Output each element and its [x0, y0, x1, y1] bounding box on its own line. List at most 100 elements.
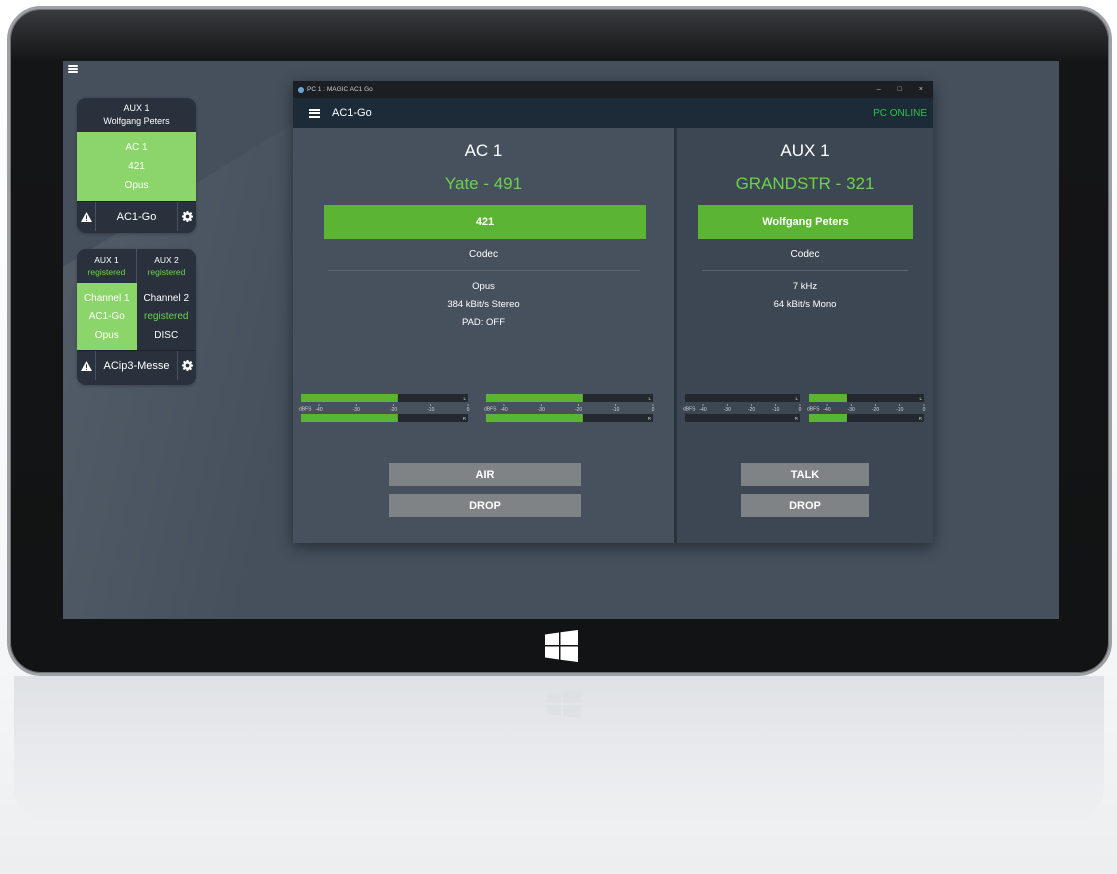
meter-tick-label: -30 [538, 407, 545, 413]
meter-unit-label: dBFS [683, 407, 696, 413]
app-icon [298, 86, 304, 93]
gear-icon[interactable] [177, 202, 196, 231]
connection-status: PC ONLINE [873, 107, 927, 119]
channel-name: AUX 1 [780, 141, 830, 160]
meter-tick-label: -20 [390, 407, 397, 413]
meter-tick-label: -40 [699, 407, 706, 413]
device-card-acip3-messe[interactable]: AUX 1 registered AUX 2 registered Channe… [77, 249, 196, 385]
talk-button[interactable]: TALK [741, 463, 869, 486]
channel-2-status: registered [144, 311, 189, 322]
meter-tick-label: -40 [823, 407, 830, 413]
card-footer-label[interactable]: AC1-Go [117, 211, 157, 223]
meter-unit-label: dBFS [299, 407, 312, 413]
window-titlebar[interactable]: PC 1 : MAGIC AC1 Go – □ × [293, 81, 933, 98]
app-title: AC1-Go [332, 107, 372, 119]
level-meter: L RdBFS -40 -30 -20 -10 0 [299, 392, 471, 424]
windows-logo-icon[interactable] [545, 630, 578, 662]
close-button[interactable]: × [919, 86, 923, 93]
channel-2-block[interactable]: Channel 2 registered DISC [137, 283, 197, 350]
codec-info: Opus 384 kBit/s Stereo PAD: OFF [293, 278, 674, 332]
aux1-status: registered [87, 267, 126, 277]
app-header: AC1-Go PC ONLINE [293, 98, 933, 128]
codec-info-line: 7 kHz [792, 281, 818, 292]
gear-icon[interactable] [177, 351, 196, 380]
card-footer: AC1-Go [77, 201, 196, 231]
warning-icon[interactable] [77, 351, 96, 380]
card-status-line: Opus [124, 180, 149, 191]
meter-tick-label: -10 [772, 407, 779, 413]
channel-2-label: Channel 2 [143, 292, 190, 304]
meter-level-left [301, 394, 398, 402]
card-footer: ACip3-Messe [77, 350, 196, 380]
card-col2-header: AUX 2 registered [137, 249, 196, 283]
codec-info-line: Opus [472, 281, 495, 292]
desktop-menu-icon[interactable] [68, 65, 78, 73]
meter-tick-label: -20 [872, 407, 879, 413]
app-body: AC 1 Yate - 491 421 Codec Opus 384 kBit/… [293, 128, 933, 543]
meter-unit-label: dBFS [484, 407, 497, 413]
card-header: AUX 1 registered AUX 2 registered [77, 249, 196, 283]
meter-level-left [486, 394, 583, 402]
warning-icon[interactable] [77, 202, 96, 231]
aux2-label: AUX 2 [154, 255, 179, 265]
meter-unit-label: dBFS [807, 407, 820, 413]
meter-tick-label: -20 [575, 407, 582, 413]
device-card-ac1-go[interactable]: AUX 1 Wolfgang Peters AC 1 421 Opus AC1-… [77, 98, 196, 233]
card-header: AUX 1 Wolfgang Peters [77, 98, 196, 132]
card-status-line: 421 [128, 161, 145, 172]
meter-level-right [301, 414, 398, 422]
codec-info-line: PAD: OFF [461, 317, 506, 328]
drop-button[interactable]: DROP [741, 494, 869, 517]
meter-tick-label: -30 [353, 407, 360, 413]
meter-tick-label: 0 [467, 407, 470, 413]
channel-2-codec: DISC [154, 329, 179, 341]
maximize-button[interactable]: □ [898, 86, 902, 93]
card-footer-label[interactable]: ACip3-Messe [103, 360, 169, 372]
remote-name: GRANDSTR - 321 [735, 174, 875, 193]
meter-level-right [809, 414, 847, 422]
codec-divider [702, 270, 908, 271]
codec-info-line: 384 kBit/s Stereo [447, 299, 520, 310]
drop-button[interactable]: DROP [389, 494, 581, 517]
meter-tick-label: 0 [923, 407, 926, 413]
codec-divider [328, 270, 640, 271]
connection-bar[interactable]: 421 [324, 205, 646, 239]
meter-tick-label: -10 [612, 407, 619, 413]
minimize-button[interactable]: – [877, 86, 881, 93]
meter-tick-label: -30 [724, 407, 731, 413]
card-status-block[interactable]: AC 1 421 Opus [77, 132, 196, 201]
level-meter: L RdBFS -40 -30 -20 -10 0 [484, 392, 656, 424]
channel-1-line: Channel 1 [83, 292, 130, 304]
codec-label: Codec [469, 249, 498, 260]
card-channels: Channel 1 AC1-Go Opus Channel 2 register… [77, 283, 196, 350]
meter-tick-label: -40 [500, 407, 507, 413]
meter-tick-label: -40 [315, 407, 322, 413]
window-title: PC 1 : MAGIC AC1 Go [307, 86, 373, 93]
codec-label: Codec [790, 249, 820, 260]
channel-1-line: AC1-Go [88, 311, 125, 322]
app-window: PC 1 : MAGIC AC1 Go – □ × AC1-Go PC ONLI… [293, 81, 933, 543]
windows-logo-reflection-icon [547, 690, 581, 718]
meter-level-right [486, 414, 583, 422]
channel-1-line: Opus [94, 329, 119, 341]
air-button[interactable]: AIR [389, 463, 581, 486]
codec-info-line: 64 kBit/s Mono [773, 299, 837, 310]
level-meter: L RdBFS -40 -30 -20 -10 0 [683, 392, 803, 424]
channel-1-block[interactable]: Channel 1 AC1-Go Opus [77, 283, 137, 350]
codec-info: 7 kHz 64 kBit/s Mono [677, 278, 933, 314]
meter-level-left [809, 394, 847, 402]
meter-track-right [685, 414, 800, 422]
card-header-line2: Wolfgang Peters [103, 116, 170, 126]
meter-tick-label: -30 [848, 407, 855, 413]
meter-tick-label: -10 [896, 407, 903, 413]
channel-name: AC 1 [464, 141, 503, 160]
menu-icon[interactable] [309, 108, 320, 118]
card-header-line1: AUX 1 [123, 103, 150, 113]
meter-tick-label: 0 [799, 407, 802, 413]
aux1-label: AUX 1 [94, 255, 119, 265]
aux2-status: registered [147, 267, 186, 277]
meter-tick-label: -10 [427, 407, 434, 413]
connection-bar[interactable]: Wolfgang Peters [698, 205, 913, 239]
card-status-line: AC 1 [125, 142, 148, 153]
meter-track-left [685, 394, 800, 402]
